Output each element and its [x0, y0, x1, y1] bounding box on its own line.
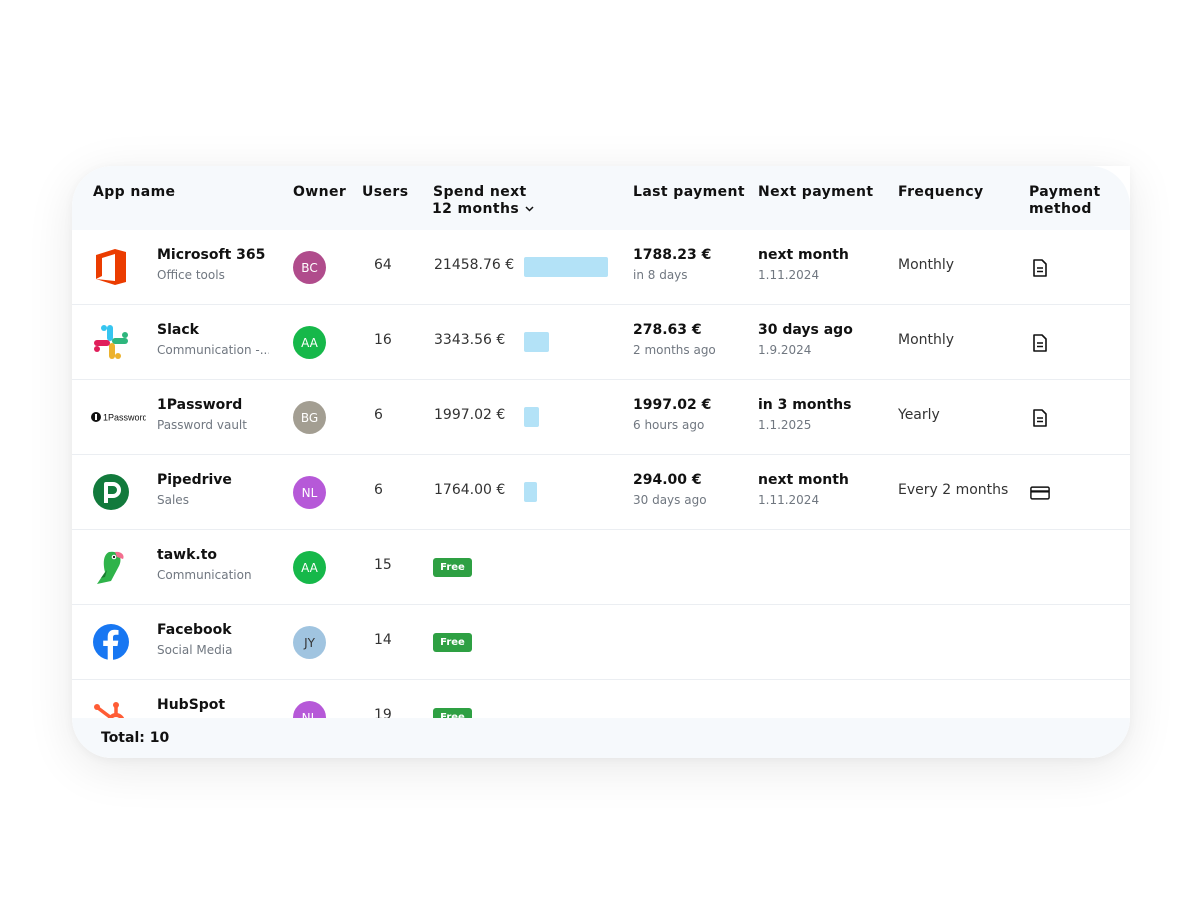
last-payment-when: 6 hours ago [633, 418, 705, 432]
col-frequency[interactable]: Frequency [898, 184, 984, 201]
next-payment-date: 1.11.2024 [758, 493, 820, 507]
next-payment-date: 1.1.2025 [758, 418, 812, 432]
last-payment-amount: 278.63 € [633, 322, 702, 338]
table-row[interactable]: HubSpot NL 19 Free [72, 680, 1130, 718]
next-payment: in 3 months [758, 397, 852, 413]
users-count: 19 [374, 707, 392, 718]
free-badge: Free [433, 708, 472, 718]
last-payment-amount: 1788.23 € [633, 247, 712, 263]
owner-avatar[interactable]: NL [293, 476, 326, 509]
owner-avatar[interactable]: BC [293, 251, 326, 284]
spend-amount: 1997.02 € [434, 407, 506, 423]
total-count: Total: 10 [101, 730, 170, 746]
col-spend-line2: 12 months [432, 201, 520, 217]
free-badge: Free [433, 558, 472, 577]
spend-bar [524, 482, 537, 502]
owner-avatar[interactable]: NL [293, 701, 326, 718]
frequency: Every 2 months [898, 482, 1009, 498]
last-payment-when: in 8 days [633, 268, 688, 282]
table-row[interactable]: Microsoft 365 Office tools BC 64 21458.7… [72, 230, 1130, 305]
users-count: 6 [374, 482, 383, 498]
col-app-name[interactable]: App name [93, 184, 175, 201]
frequency: Monthly [898, 257, 955, 273]
frequency: Monthly [898, 332, 955, 348]
app-name[interactable]: Facebook [157, 622, 232, 638]
facebook-logo-icon [92, 623, 130, 661]
chevron-down-icon[interactable] [525, 201, 534, 218]
app-name[interactable]: tawk.to [157, 547, 217, 563]
owner-avatar[interactable]: AA [293, 326, 326, 359]
next-payment: next month [758, 247, 849, 263]
app-category: Office tools [157, 268, 225, 282]
app-category: Sales [157, 493, 189, 507]
table-body: Microsoft 365 Office tools BC 64 21458.7… [72, 230, 1130, 718]
last-payment-when: 30 days ago [633, 493, 707, 507]
spend-amount: 21458.76 € [434, 257, 515, 273]
apps-table: App name Owner Users Spend next 12 month… [72, 166, 1130, 758]
spend-bar [524, 407, 539, 427]
apps-table-card: App name Owner Users Spend next 12 month… [72, 166, 1130, 758]
app-category: Communication [157, 568, 252, 582]
col-owner[interactable]: Owner [293, 184, 346, 201]
pipedrive-logo-icon [92, 473, 130, 511]
users-count: 15 [374, 557, 392, 573]
next-payment: next month [758, 472, 849, 488]
free-badge: Free [433, 633, 472, 652]
users-count: 16 [374, 332, 392, 348]
spend-bar [524, 332, 549, 352]
users-count: 64 [374, 257, 392, 273]
spend-amount: 3343.56 € [434, 332, 506, 348]
col-spend-next-12-months[interactable]: Spend next 12 months [432, 184, 534, 218]
owner-avatar[interactable]: JY [293, 626, 326, 659]
next-payment-date: 1.9.2024 [758, 343, 812, 357]
invoice-icon[interactable] [1030, 258, 1050, 278]
table-row[interactable]: Facebook Social Media JY 14 Free [72, 605, 1130, 680]
users-count: 6 [374, 407, 383, 423]
app-category: Password vault [157, 418, 247, 432]
col-payment-line2: method [1029, 201, 1092, 217]
table-header: App name Owner Users Spend next 12 month… [72, 166, 1130, 230]
spend-bar [524, 257, 608, 277]
app-name[interactable]: Pipedrive [157, 472, 232, 488]
app-name[interactable]: HubSpot [157, 697, 225, 713]
invoice-icon[interactable] [1030, 408, 1050, 428]
owner-avatar[interactable]: BG [293, 401, 326, 434]
col-last-payment[interactable]: Last payment [633, 184, 745, 201]
table-row[interactable]: Slack Communication -... AA 16 3343.56 €… [72, 305, 1130, 380]
app-name[interactable]: Microsoft 365 [157, 247, 265, 263]
last-payment-amount: 1997.02 € [633, 397, 712, 413]
app-category: Communication -... [157, 343, 269, 357]
1password-logo-icon: 1Password [90, 398, 146, 436]
app-category: Social Media [157, 643, 233, 657]
last-payment-when: 2 months ago [633, 343, 716, 357]
spend-amount: 1764.00 € [434, 482, 506, 498]
table-footer: Total: 10 [72, 718, 1130, 758]
app-name[interactable]: Slack [157, 322, 199, 338]
credit-card-icon[interactable] [1030, 483, 1050, 503]
col-users[interactable]: Users [362, 184, 408, 201]
table-row[interactable]: tawk.to Communication AA 15 Free [72, 530, 1130, 605]
1password-logo-text: 1Password [103, 413, 146, 423]
col-spend-line1: Spend next [433, 184, 527, 200]
last-payment-amount: 294.00 € [633, 472, 702, 488]
col-payment-method[interactable]: Payment method [1029, 184, 1101, 218]
app-name[interactable]: 1Password [157, 397, 242, 413]
hubspot-logo-icon [92, 698, 130, 718]
slack-logo-icon [92, 323, 130, 361]
users-count: 14 [374, 632, 392, 648]
col-next-payment[interactable]: Next payment [758, 184, 874, 201]
frequency: Yearly [898, 407, 940, 423]
table-row[interactable]: 1Password 1Password Password vault BG 6 … [72, 380, 1130, 455]
next-payment-date: 1.11.2024 [758, 268, 820, 282]
microsoft-office-logo-icon [92, 248, 130, 286]
col-payment-line1: Payment [1029, 184, 1101, 200]
next-payment: 30 days ago [758, 322, 853, 338]
owner-avatar[interactable]: AA [293, 551, 326, 584]
table-row[interactable]: Pipedrive Sales NL 6 1764.00 € 294.00 € … [72, 455, 1130, 530]
tawkto-parrot-logo-icon [92, 548, 130, 586]
invoice-icon[interactable] [1030, 333, 1050, 353]
